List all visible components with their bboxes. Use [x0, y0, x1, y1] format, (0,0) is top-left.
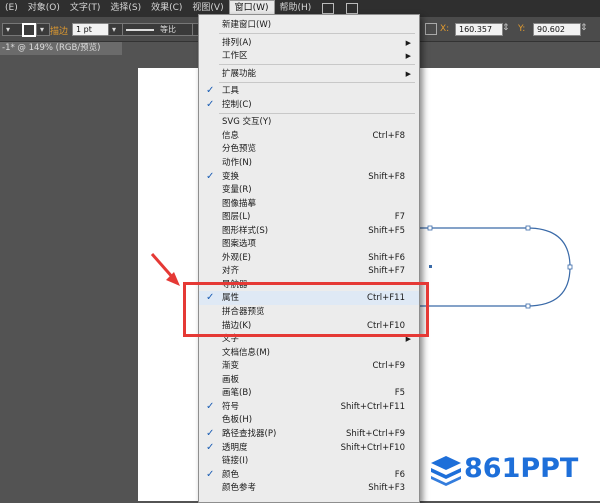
menu-item[interactable]: 信息 Ctrl+F8 — [199, 129, 419, 143]
checkmark-icon: ✓ — [206, 468, 215, 480]
menu-item[interactable]: 扩展功能 ▶ — [199, 67, 419, 81]
menu-item[interactable]: 动作(N) — [199, 156, 419, 170]
anchor-point — [427, 225, 433, 231]
menu-item-label: 控制(C) — [222, 99, 252, 110]
rounded-rect-path — [420, 227, 571, 307]
menu-item[interactable]: ✓ 颜色 F6 — [199, 468, 419, 482]
menu-item-shortcut: Shift+Ctrl+F10 — [340, 442, 405, 453]
menu-item-label: 路径查找器(P) — [222, 428, 277, 439]
menu-item-label: 分色预览 — [222, 144, 257, 155]
menu-item-label: SVG 交互(Y) — [222, 117, 272, 128]
menu-item-shortcut: Shift+F8 — [368, 171, 405, 182]
menu-item[interactable]: 图层(L) F7 — [199, 210, 419, 224]
menu-item[interactable]: 排列(A) ▶ — [199, 36, 419, 50]
menu-item-label: 图像描摹 — [222, 198, 257, 209]
menu-item[interactable]: 变量(R) — [199, 183, 419, 197]
menu-item[interactable]: 工作区 ▶ — [199, 49, 419, 63]
menu-item[interactable]: ✓ 变换 Shift+F8 — [199, 170, 419, 184]
menu-item[interactable]: ✓ 透明度 Shift+Ctrl+F10 — [199, 441, 419, 455]
watermark-logo: 861PPT — [430, 452, 590, 486]
menu-item[interactable]: ✓ 符号 Shift+Ctrl+F11 — [199, 400, 419, 414]
menu-separator — [219, 64, 415, 66]
menu-item[interactable]: 文档信息(M) — [199, 346, 419, 360]
menu-item[interactable]: 对齐 Shift+F7 — [199, 264, 419, 278]
menu-item[interactable]: 链接(I) — [199, 454, 419, 468]
menu-item-label: 变换 — [222, 171, 240, 182]
menu-item-label: 画笔(B) — [222, 388, 252, 399]
menu-item-label: 对齐 — [222, 266, 240, 277]
menu-item[interactable]: 渐变 Ctrl+F9 — [199, 359, 419, 373]
submenu-arrow-icon: ▶ — [405, 69, 411, 78]
menu-item-shortcut: Shift+Ctrl+F11 — [340, 401, 405, 412]
menu-item-label: 外观(E) — [222, 252, 252, 263]
menu-item-label: 图层(L) — [222, 212, 251, 223]
checkmark-icon: ✓ — [206, 85, 215, 97]
menu-item[interactable]: 颜色参考 Shift+F3 — [199, 481, 419, 495]
anchor-point — [567, 264, 573, 270]
menu-item-label: 扩展功能 — [222, 68, 257, 79]
menu-item-label: 色板(H) — [222, 415, 253, 426]
menu-item-label: 颜色 — [222, 469, 240, 480]
menu-item[interactable]: 外观(E) Shift+F6 — [199, 251, 419, 265]
checkmark-icon: ✓ — [206, 400, 215, 412]
menu-item[interactable]: 新建窗口(W) — [199, 18, 419, 32]
menu-item-shortcut: Shift+F6 — [368, 252, 405, 263]
menu-item[interactable]: ✓ 工具 — [199, 84, 419, 98]
menu-item-shortcut: Ctrl+F9 — [372, 361, 405, 372]
menu-item[interactable]: ✓ 控制(C) — [199, 98, 419, 112]
menu-item[interactable]: ✓ 路径查找器(P) Shift+Ctrl+F9 — [199, 427, 419, 441]
checkmark-icon: ✓ — [206, 441, 215, 453]
watermark-text: 861PPT — [464, 453, 579, 484]
menu-item[interactable]: 色板(H) — [199, 413, 419, 427]
center-point — [429, 265, 432, 268]
menu-item-label: 画板 — [222, 374, 240, 385]
menu-item-label: 工作区 — [222, 51, 248, 62]
menu-item-label: 信息 — [222, 130, 240, 141]
submenu-arrow-icon: ▶ — [405, 38, 411, 47]
menu-separator — [219, 33, 415, 35]
annotation-highlight-box — [183, 282, 429, 337]
menu-item-label: 排列(A) — [222, 37, 252, 48]
menu-item-shortcut: F6 — [394, 469, 405, 480]
menu-item[interactable]: 图案选项 — [199, 237, 419, 251]
menu-item-label: 变量(R) — [222, 185, 252, 196]
layers-logo-icon — [431, 456, 461, 486]
menu-item-shortcut: Shift+F7 — [368, 266, 405, 277]
menu-item-shortcut: Shift+F5 — [368, 225, 405, 236]
menu-item[interactable]: 分色预览 — [199, 142, 419, 156]
menu-item-label: 新建窗口(W) — [222, 20, 272, 30]
checkmark-icon: ✓ — [206, 98, 215, 110]
menu-item-label: 文档信息(M) — [222, 347, 270, 358]
anchor-point — [525, 303, 531, 309]
menu-item-label: 颜色参考 — [222, 483, 257, 494]
menu-item-label: 渐变 — [222, 361, 240, 372]
anchor-point — [525, 225, 531, 231]
menu-item-shortcut: Ctrl+F8 — [372, 130, 405, 141]
window-menu: 新建窗口(W) 排列(A) ▶ 工作区 ▶ 扩展功能 ▶ ✓ 工具 ✓ 控制(C) SVG 交互(Y)… — [198, 14, 420, 503]
menu-item-label: 动作(N) — [222, 157, 252, 168]
menu-item-label: 透明度 — [222, 442, 248, 453]
menu-item-shortcut: F5 — [394, 388, 405, 399]
menu-item-label: 图案选项 — [222, 239, 257, 250]
menu-item-label: 工具 — [222, 86, 240, 97]
menu-item[interactable]: SVG 交互(Y) — [199, 115, 419, 129]
menu-item[interactable]: 图像描摹 — [199, 197, 419, 211]
menu-separator — [219, 81, 415, 83]
menu-item-label: 链接(I) — [222, 456, 249, 467]
checkmark-icon: ✓ — [206, 427, 215, 439]
menu-item-label: 图形样式(S) — [222, 225, 269, 236]
menu-item[interactable]: 画板 — [199, 373, 419, 387]
menu-separator — [219, 112, 415, 114]
menu-item-shortcut: Shift+F3 — [368, 483, 405, 494]
checkmark-icon: ✓ — [206, 170, 215, 182]
menu-item-shortcut: Shift+Ctrl+F9 — [346, 428, 405, 439]
menu-item-shortcut: F7 — [394, 212, 405, 223]
submenu-arrow-icon: ▶ — [405, 52, 411, 61]
annotation-arrow-line — [150, 253, 176, 280]
menu-item[interactable]: 图形样式(S) Shift+F5 — [199, 224, 419, 238]
menu-item-label: 符号 — [222, 401, 240, 412]
menu-item[interactable]: 画笔(B) F5 — [199, 386, 419, 400]
